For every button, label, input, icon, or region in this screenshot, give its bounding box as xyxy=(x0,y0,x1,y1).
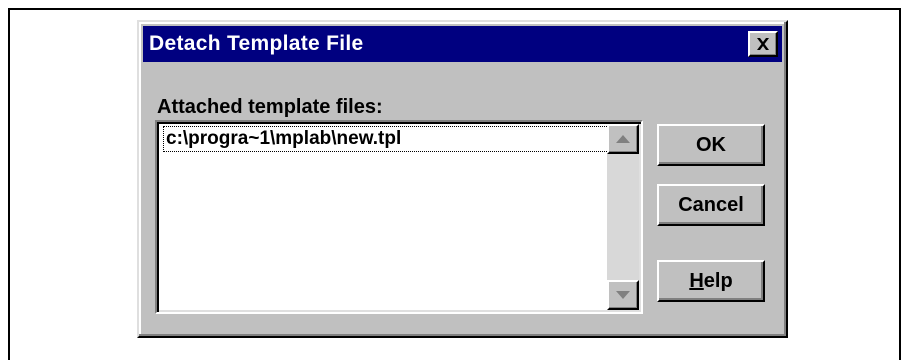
close-button[interactable] xyxy=(748,31,778,57)
help-label-rest: elp xyxy=(703,269,733,292)
scroll-down-button[interactable] xyxy=(607,280,639,310)
detach-template-dialog: Detach Template File Attached template f… xyxy=(137,20,788,338)
list-item[interactable]: c:\progra~1\mplab\new.tpl xyxy=(163,126,617,152)
dialog-title: Detach Template File xyxy=(149,32,364,55)
scroll-up-button[interactable] xyxy=(607,124,639,154)
help-button[interactable]: Help xyxy=(657,260,765,302)
arrow-down-icon xyxy=(616,291,630,299)
arrow-up-icon xyxy=(616,135,630,143)
template-files-listbox[interactable]: c:\progra~1\mplab\new.tpl xyxy=(155,120,643,314)
attached-files-label: Attached template files: xyxy=(157,96,383,118)
ok-button[interactable]: OK xyxy=(657,124,765,166)
close-icon xyxy=(757,38,769,50)
cancel-button[interactable]: Cancel xyxy=(657,184,765,226)
help-mnemonic: H xyxy=(689,269,704,292)
title-bar[interactable]: Detach Template File xyxy=(143,26,782,62)
vertical-scrollbar[interactable] xyxy=(607,124,639,310)
